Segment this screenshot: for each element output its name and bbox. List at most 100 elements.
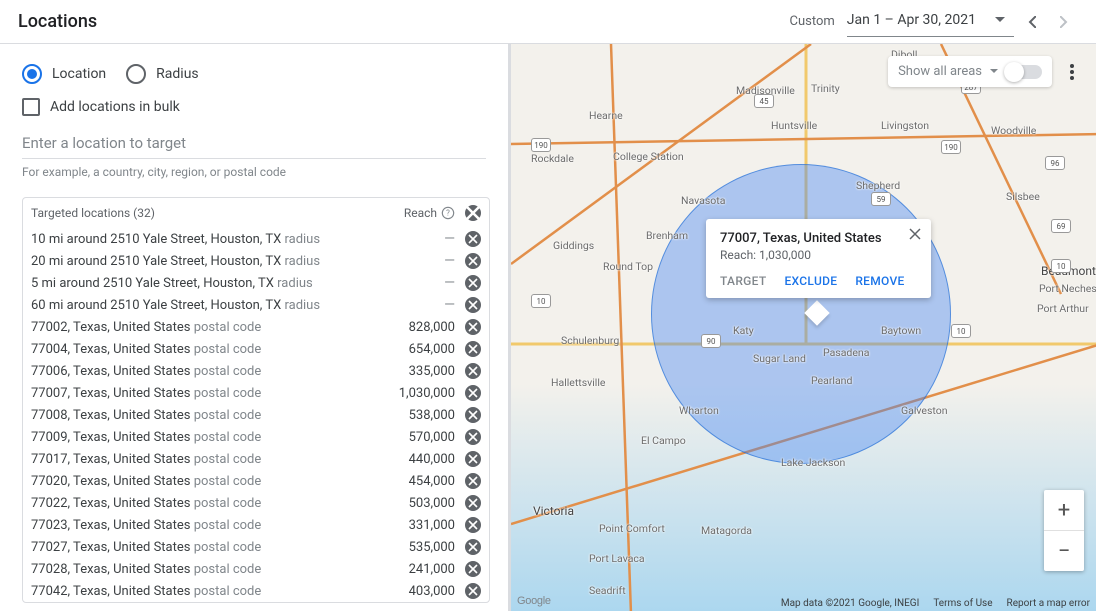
city-label: Huntsville xyxy=(771,119,817,132)
city-label: Port Neches xyxy=(1039,282,1096,295)
remove-location-icon[interactable] xyxy=(465,429,481,445)
reach-value: 503,000 xyxy=(377,496,455,511)
input-hint: For example, a country, city, region, or… xyxy=(22,165,486,179)
table-row[interactable]: 5 mi around 2510 Yale Street, Houston, T… xyxy=(23,272,489,294)
chevron-left-icon[interactable] xyxy=(1018,8,1046,36)
map-panel[interactable]: Diboll Madisonville Trinity Hearne Hunts… xyxy=(508,44,1096,611)
remove-location-icon[interactable] xyxy=(465,539,481,555)
remove-location-icon[interactable] xyxy=(465,583,481,599)
table-row[interactable]: 60 mi around 2510 Yale Street, Houston, … xyxy=(23,294,489,316)
remove-location-icon[interactable] xyxy=(465,341,481,357)
city-label: Hearne xyxy=(589,109,623,122)
page-title: Locations xyxy=(18,11,97,32)
remove-location-icon[interactable] xyxy=(465,495,481,511)
date-range-picker[interactable]: Custom Jan 1 – Apr 30, 2021 xyxy=(790,6,1078,37)
remove-location-icon[interactable] xyxy=(465,319,481,335)
reach-value: 535,000 xyxy=(377,540,455,555)
table-row[interactable]: 77002, Texas, United States postal code8… xyxy=(23,316,489,338)
areas-toggle[interactable] xyxy=(1006,65,1042,79)
table-row[interactable]: 77017, Texas, United States postal code4… xyxy=(23,448,489,470)
route-shield: 10 xyxy=(1051,259,1071,273)
location-name: 77004, Texas, United States postal code xyxy=(31,342,377,357)
table-row[interactable]: 77022, Texas, United States postal code5… xyxy=(23,492,489,514)
location-name: 77007, Texas, United States postal code xyxy=(31,386,377,401)
table-row[interactable]: 77042, Texas, United States postal code4… xyxy=(23,580,489,602)
route-shield: 190 xyxy=(941,140,961,154)
reach-value: 654,000 xyxy=(377,342,455,357)
remove-location-icon[interactable] xyxy=(465,231,481,247)
popup-remove-button[interactable]: REMOVE xyxy=(855,274,904,288)
chevron-down-icon[interactable] xyxy=(986,6,1014,34)
table-row[interactable]: 77008, Texas, United States postal code5… xyxy=(23,404,489,426)
location-name: 60 mi around 2510 Yale Street, Houston, … xyxy=(31,298,377,313)
table-row[interactable]: 10 mi around 2510 Yale Street, Houston, … xyxy=(23,228,489,250)
reach-value: — xyxy=(377,297,455,313)
map-popup: 77007, Texas, United States Reach: 1,030… xyxy=(706,219,931,298)
popup-exclude-button[interactable]: EXCLUDE xyxy=(784,274,837,288)
table-header-reach: Reach ? xyxy=(404,206,465,220)
zoom-out-button[interactable]: − xyxy=(1044,531,1084,571)
google-logo: Google xyxy=(517,595,551,607)
remove-location-icon[interactable] xyxy=(465,407,481,423)
chevron-right-icon[interactable] xyxy=(1050,8,1078,36)
reach-value: 454,000 xyxy=(377,474,455,489)
table-row[interactable]: 77020, Texas, United States postal code4… xyxy=(23,470,489,492)
remove-location-icon[interactable] xyxy=(465,451,481,467)
reach-value: — xyxy=(377,275,455,291)
location-name: 77006, Texas, United States postal code xyxy=(31,364,377,379)
city-label: Matagorda xyxy=(701,524,752,537)
city-label: Schulenburg xyxy=(561,334,619,347)
remove-location-icon[interactable] xyxy=(465,363,481,379)
city-label: Seadrift xyxy=(589,584,626,597)
help-icon[interactable]: ? xyxy=(441,206,455,220)
table-row[interactable]: 77009, Texas, United States postal code5… xyxy=(23,426,489,448)
location-name: 77028, Texas, United States postal code xyxy=(31,562,377,577)
table-row[interactable]: 77023, Texas, United States postal code3… xyxy=(23,514,489,536)
reach-value: 570,000 xyxy=(377,430,455,445)
city-label: Galveston xyxy=(901,404,948,417)
location-name: 77020, Texas, United States postal code xyxy=(31,474,377,489)
bulk-label: Add locations in bulk xyxy=(50,99,180,115)
reach-value: 538,000 xyxy=(377,408,455,423)
range-text: Jan 1 – Apr 30, 2021 xyxy=(847,12,980,29)
bulk-checkbox[interactable]: Add locations in bulk xyxy=(22,98,486,116)
show-areas-dropdown[interactable]: Show all areas xyxy=(888,56,1052,87)
radio-location[interactable]: Location xyxy=(22,64,106,84)
remove-all-icon[interactable] xyxy=(465,205,481,221)
remove-location-icon[interactable] xyxy=(465,297,481,313)
city-label: Round Top xyxy=(603,260,653,273)
location-name: 77008, Texas, United States postal code xyxy=(31,408,377,423)
radio-label: Location xyxy=(52,66,106,82)
route-shield: 69 xyxy=(1051,219,1071,233)
location-name: 77017, Texas, United States postal code xyxy=(31,452,377,467)
terms-link[interactable]: Terms of Use xyxy=(933,598,992,609)
zoom-in-button[interactable]: + xyxy=(1044,490,1084,530)
more-vert-icon[interactable] xyxy=(1060,60,1084,84)
remove-location-icon[interactable] xyxy=(465,517,481,533)
remove-location-icon[interactable] xyxy=(465,473,481,489)
table-row[interactable]: 77028, Texas, United States postal code2… xyxy=(23,558,489,580)
city-label: Baytown xyxy=(881,324,921,337)
table-row[interactable]: 77006, Texas, United States postal code3… xyxy=(23,360,489,382)
remove-location-icon[interactable] xyxy=(465,561,481,577)
table-row[interactable]: 77004, Texas, United States postal code6… xyxy=(23,338,489,360)
reach-value: 331,000 xyxy=(377,518,455,533)
report-link[interactable]: Report a map error xyxy=(1007,598,1090,609)
reach-value: 1,030,000 xyxy=(377,386,455,401)
remove-location-icon[interactable] xyxy=(465,385,481,401)
radio-radius[interactable]: Radius xyxy=(126,64,199,84)
city-label: Point Comfort xyxy=(599,522,665,535)
location-input[interactable]: Enter a location to target xyxy=(22,134,486,159)
map-credits: Map data ©2021 Google, INEGI Terms of Us… xyxy=(781,598,1090,609)
close-icon[interactable] xyxy=(909,225,925,241)
city-label: Katy xyxy=(733,324,754,337)
remove-location-icon[interactable] xyxy=(465,275,481,291)
route-shield: 59 xyxy=(871,192,891,206)
route-shield: 10 xyxy=(531,294,551,308)
table-row[interactable]: 77027, Texas, United States postal code5… xyxy=(23,536,489,558)
remove-location-icon[interactable] xyxy=(465,253,481,269)
location-name: 77042, Texas, United States postal code xyxy=(31,584,377,599)
table-row[interactable]: 20 mi around 2510 Yale Street, Houston, … xyxy=(23,250,489,272)
table-row[interactable]: 77007, Texas, United States postal code1… xyxy=(23,382,489,404)
reach-value: — xyxy=(377,231,455,247)
